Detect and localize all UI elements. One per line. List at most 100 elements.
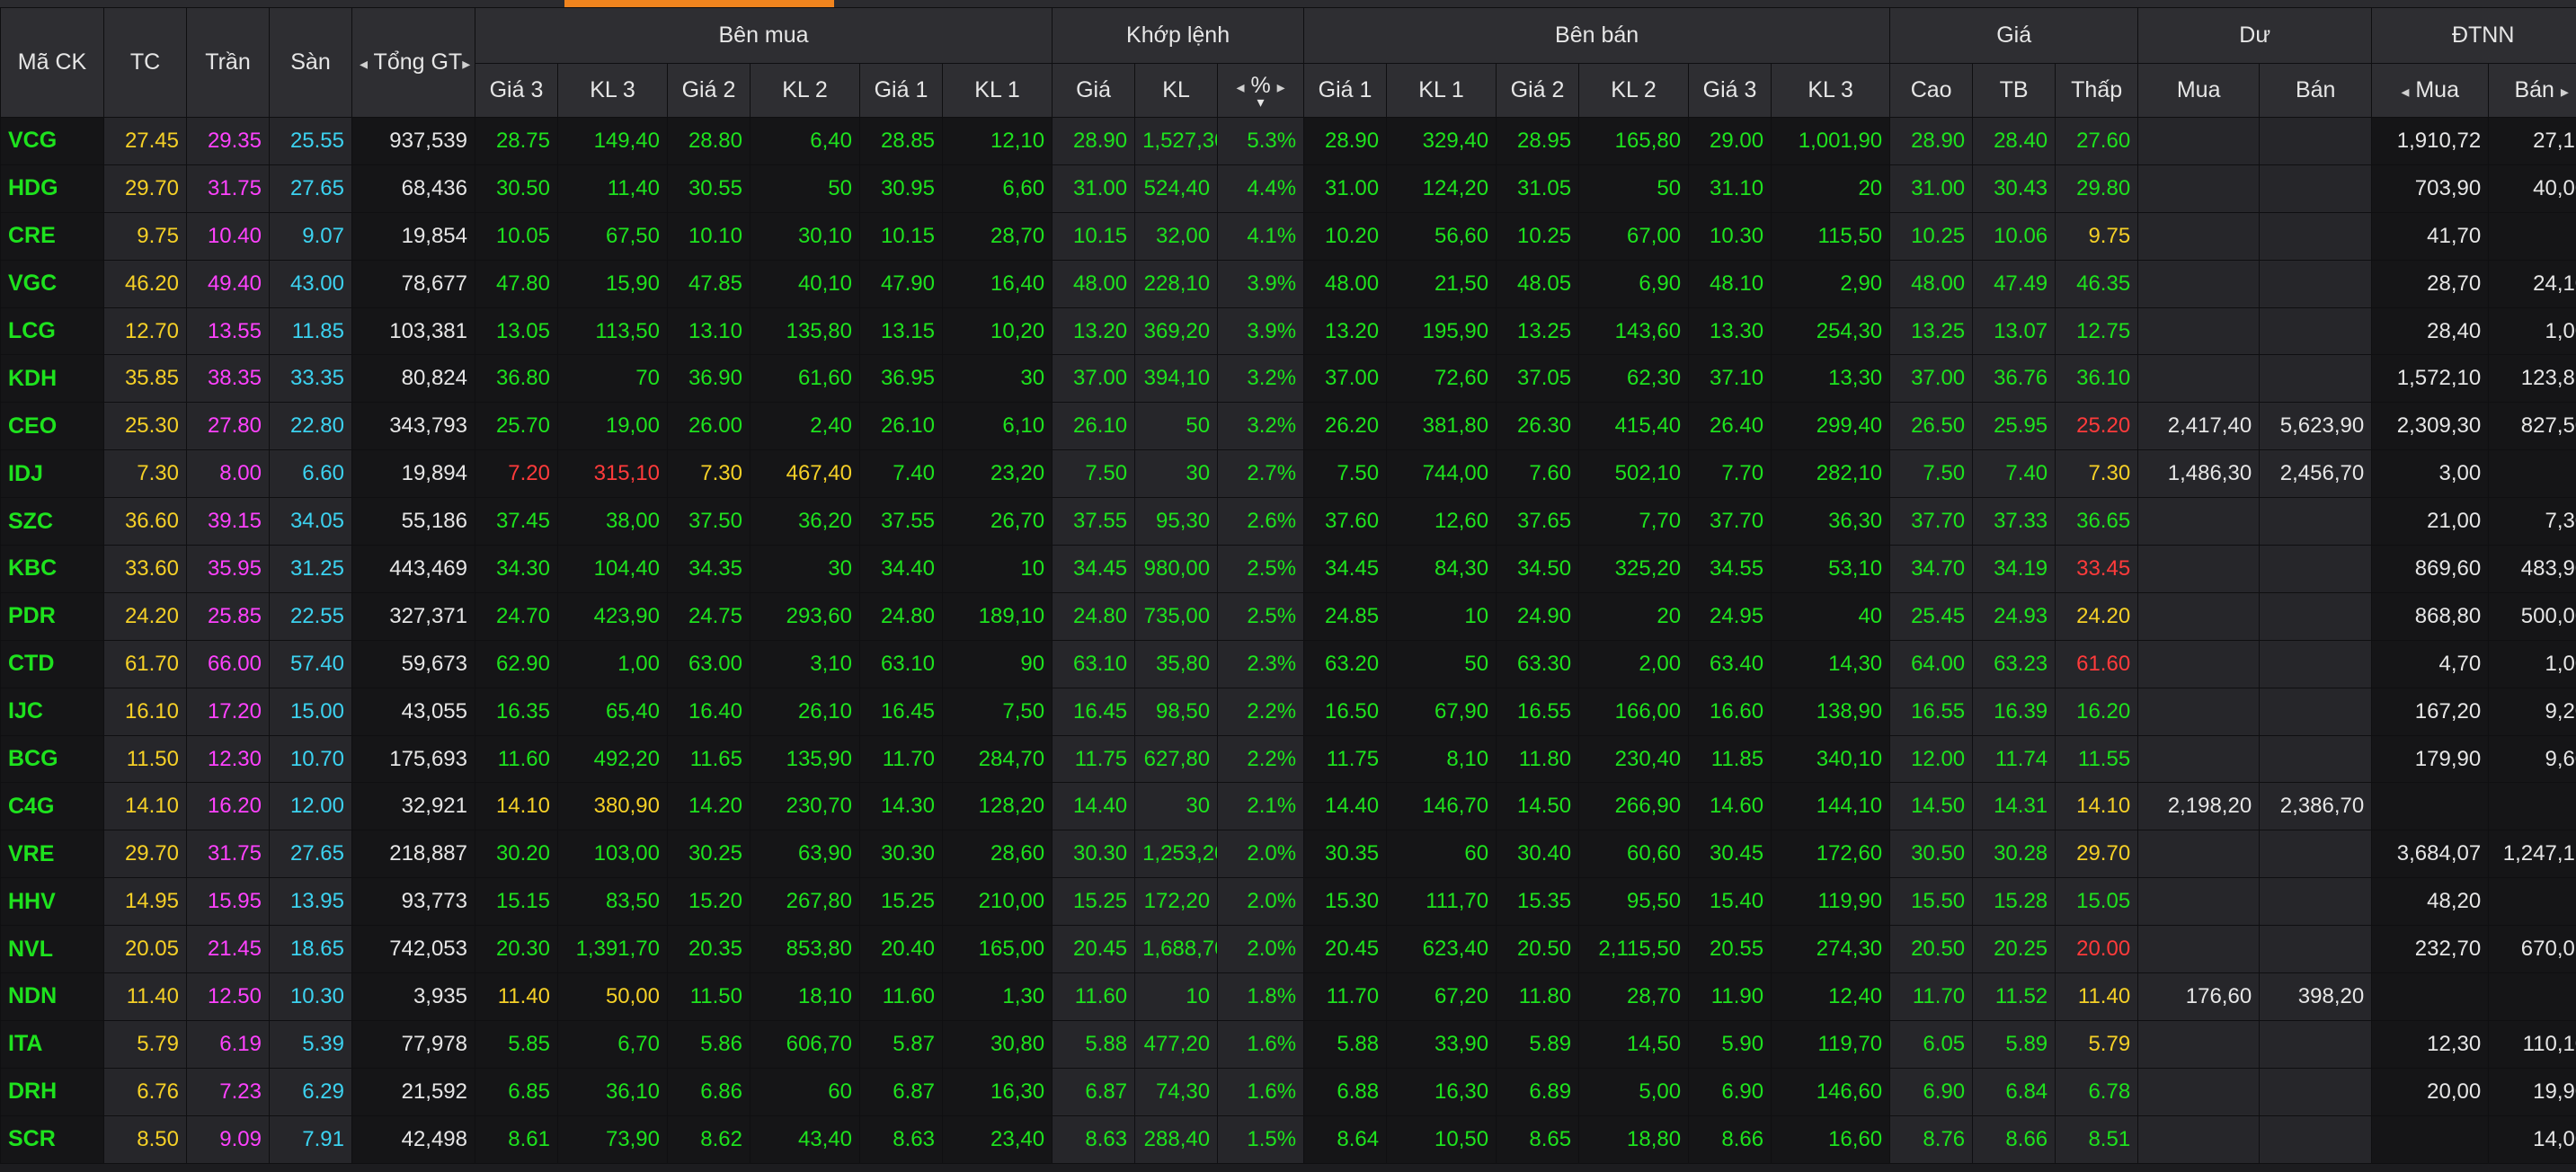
cell-s3p: 11.90: [1688, 972, 1772, 1021]
caret-left-icon[interactable]: ◂: [2401, 83, 2409, 101]
col-sell-price-1[interactable]: Giá 1: [1303, 63, 1388, 118]
table-row[interactable]: VGC 46.20 49.40 43.00 78,677 47.80 15,90 47.85 4…: [0, 259, 2576, 308]
table-row[interactable]: BCG 11.50 12.30 10.70 175,693 11.60 492,20 11.6…: [0, 734, 2576, 784]
cell-sym[interactable]: LCG: [0, 306, 104, 356]
table-row[interactable]: SZC 36.60 39.15 34.05 55,186 37.45 38,00 37.50 3…: [0, 497, 2576, 546]
table-row[interactable]: KDH 35.85 38.35 33.35 80,824 36.80 70 36.90 61,6…: [0, 354, 2576, 404]
cell-b1p: 30.30: [859, 830, 943, 879]
cell-sym[interactable]: KBC: [0, 545, 104, 593]
cell-b1v: 30: [941, 354, 1053, 404]
col-symbol[interactable]: Mã CK: [0, 7, 104, 118]
col-buy-price-2[interactable]: Giá 2: [667, 63, 751, 118]
cell-cao: 34.70: [1889, 545, 1974, 593]
col-floor[interactable]: Sàn: [269, 7, 352, 118]
cell-dban: [2259, 1114, 2373, 1164]
cell-sym[interactable]: NDN: [0, 972, 104, 1021]
table-row[interactable]: PDR 24.20 25.85 22.55 327,371 24.70 423,90 24.7…: [0, 591, 2576, 641]
col-foreign-buy[interactable]: ◂ Mua: [2371, 63, 2490, 118]
col-ref[interactable]: TC: [103, 7, 187, 118]
col-high[interactable]: Cao: [1889, 63, 1974, 118]
col-total-value[interactable]: ◂ Tổng GT▸: [351, 7, 475, 118]
col-ceil[interactable]: Trần: [186, 7, 270, 118]
col-buy-vol-1[interactable]: KL 1: [941, 63, 1053, 118]
col-sell-vol-2[interactable]: KL 2: [1578, 63, 1690, 118]
cell-sym[interactable]: BCG: [0, 734, 104, 784]
col-sell-vol-1[interactable]: KL 1: [1386, 63, 1497, 118]
table-row[interactable]: IDJ 7.30 8.00 6.60 19,894 7.20 315,10 7.30 467,4…: [0, 449, 2576, 499]
cell-cao: 37.00: [1889, 354, 1974, 404]
col-match-price[interactable]: Giá: [1052, 63, 1136, 118]
col-buy-vol-2[interactable]: KL 2: [750, 63, 860, 118]
cell-sym[interactable]: VCG: [0, 117, 104, 165]
cell-sym[interactable]: SZC: [0, 497, 104, 546]
cell-s1v: 195,90: [1386, 306, 1497, 356]
cell-sym[interactable]: HHV: [0, 877, 104, 927]
col-match-vol[interactable]: KL: [1134, 63, 1219, 118]
col-sell-price-3[interactable]: Giá 3: [1688, 63, 1772, 118]
caret-right-icon[interactable]: ▸: [2561, 83, 2569, 101]
cell-b1p: 15.25: [859, 877, 943, 927]
cell-b1v: 16,30: [941, 1067, 1053, 1116]
cell-s3p: 37.70: [1688, 497, 1772, 546]
table-row[interactable]: HHV 14.95 15.95 13.95 93,773 15.15 83,50 15.20 2…: [0, 877, 2576, 927]
col-avg[interactable]: TB: [1972, 63, 2056, 118]
col-buy-vol-3[interactable]: KL 3: [557, 63, 668, 118]
cell-thap: 5.79: [2055, 1019, 2139, 1069]
cell-sym[interactable]: VGC: [0, 259, 104, 308]
col-sell-price-2[interactable]: Giá 2: [1496, 63, 1580, 118]
cell-sym[interactable]: KDH: [0, 354, 104, 404]
table-row[interactable]: DRH 6.76 7.23 6.29 21,592 6.85 36,10 6.86 60 6.87…: [0, 1067, 2576, 1116]
col-buy-price-1[interactable]: Giá 1: [859, 63, 943, 118]
cell-s1p: 20.45: [1303, 925, 1388, 974]
table-row[interactable]: KBC 33.60 35.95 31.25 443,469 34.30 104,40 34.3…: [0, 545, 2576, 593]
table-row[interactable]: C4G 14.10 16.20 12.00 32,921 14.10 380,90 14.20…: [0, 782, 2576, 831]
cell-s2v: 7,70: [1578, 497, 1690, 546]
cell-b2v: 467,40: [750, 449, 860, 499]
cell-s1p: 5.88: [1303, 1019, 1388, 1069]
col-match-pct[interactable]: ◂ % ▸ ▾: [1217, 63, 1305, 118]
cell-sym[interactable]: PDR: [0, 591, 104, 641]
cell-sym[interactable]: CRE: [0, 211, 104, 261]
caret-right-icon[interactable]: ▸: [1277, 78, 1285, 96]
table-row[interactable]: CRE 9.75 10.40 9.07 19,854 10.05 67,50 10.10 30,…: [0, 211, 2576, 261]
col-remain-buy[interactable]: Mua: [2137, 63, 2261, 118]
cell-sym[interactable]: HDG: [0, 164, 104, 213]
col-buy-price-3[interactable]: Giá 3: [475, 63, 558, 118]
caret-right-icon[interactable]: ▸: [462, 55, 470, 73]
cell-sym[interactable]: ITA: [0, 1019, 104, 1069]
table-row[interactable]: HDG 29.70 31.75 27.65 68,436 30.50 11,40 30.55 5…: [0, 164, 2576, 213]
cell-sym[interactable]: C4G: [0, 782, 104, 831]
table-row[interactable]: NVL 20.05 21.45 18.65 742,053 20.30 1,391,70 20…: [0, 925, 2576, 974]
table-row[interactable]: ITA 5.79 6.19 5.39 77,978 5.85 6,70 5.86 606,70 5…: [0, 1019, 2576, 1069]
caret-left-icon[interactable]: ◂: [360, 55, 368, 73]
cell-fmua: 703,90: [2371, 164, 2490, 213]
cell-b2p: 47.85: [667, 259, 751, 308]
table-row[interactable]: SCR 8.50 9.09 7.91 42,498 8.61 73,90 8.62 43,40 8…: [0, 1114, 2576, 1164]
table-row[interactable]: CTD 61.70 66.00 57.40 59,673 62.90 1,00 63.00 3,…: [0, 639, 2576, 688]
cell-sym[interactable]: NVL: [0, 925, 104, 974]
sort-down-icon[interactable]: ▾: [1225, 96, 1296, 111]
table-row[interactable]: NDN 11.40 12.50 10.30 3,935 11.40 50,00 11.50 18…: [0, 972, 2576, 1021]
col-low[interactable]: Thấp: [2055, 63, 2139, 118]
table-row[interactable]: LCG 12.70 13.55 11.85 103,381 13.05 113,50 13.1…: [0, 306, 2576, 356]
cell-b1p: 34.40: [859, 545, 943, 593]
cell-s2p: 6.89: [1496, 1067, 1580, 1116]
cell-sym[interactable]: SCR: [0, 1114, 104, 1164]
active-tab-indicator[interactable]: [564, 0, 834, 7]
cell-sym[interactable]: CTD: [0, 639, 104, 688]
table-row[interactable]: VRE 29.70 31.75 27.65 218,887 30.20 103,00 30.2…: [0, 830, 2576, 879]
cell-sym[interactable]: CEO: [0, 402, 104, 451]
col-sell-vol-3[interactable]: KL 3: [1771, 63, 1891, 118]
table-row[interactable]: VCG 27.45 29.35 25.55 937,539 28.75 149,40 28.8…: [0, 117, 2576, 165]
caret-left-icon[interactable]: ◂: [1236, 78, 1244, 96]
cell-dban: 2,456,70: [2259, 449, 2373, 499]
cell-sym[interactable]: DRH: [0, 1067, 104, 1116]
cell-sym[interactable]: IDJ: [0, 449, 104, 499]
col-remain-sell[interactable]: Bán: [2259, 63, 2373, 118]
table-row[interactable]: IJC 16.10 17.20 15.00 43,055 16.35 65,40 16.40 2…: [0, 687, 2576, 736]
col-foreign-sell[interactable]: Bán ▸: [2488, 63, 2576, 118]
cell-b2p: 36.90: [667, 354, 751, 404]
table-row[interactable]: CEO 25.30 27.80 22.80 343,793 25.70 19,00 26.00…: [0, 402, 2576, 451]
cell-sym[interactable]: IJC: [0, 687, 104, 736]
cell-sym[interactable]: VRE: [0, 830, 104, 879]
